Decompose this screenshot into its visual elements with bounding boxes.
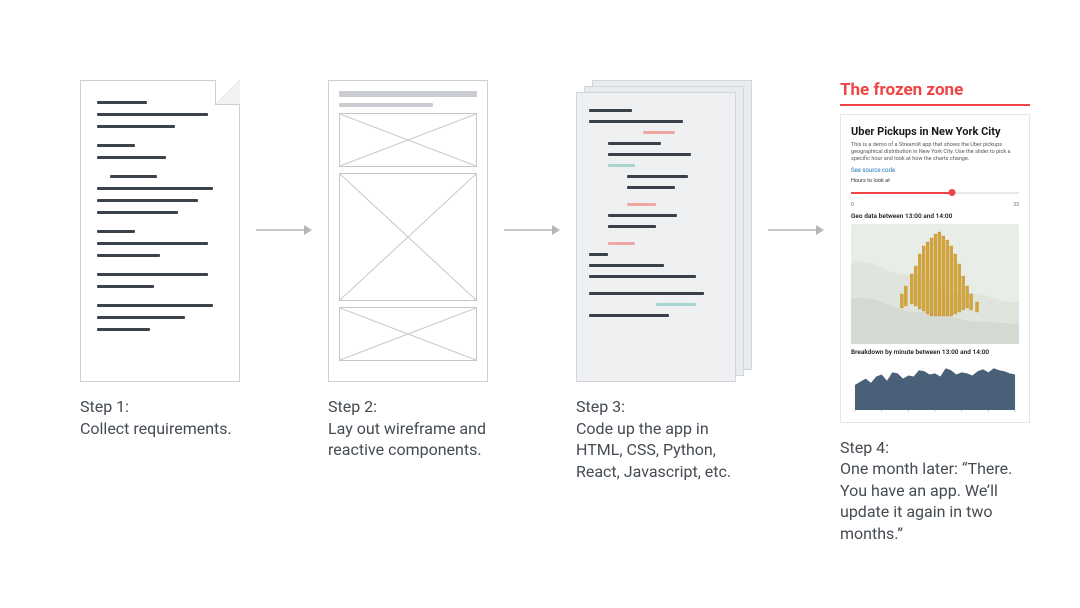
breakdown-area-chart — [851, 360, 1019, 414]
wireframe-sub-bar — [339, 103, 433, 107]
step-label: Step 3: — [576, 396, 752, 418]
frozen-zone-underline — [840, 104, 1030, 106]
workflow-diagram: Step 1: Collect requirements. Step 2: La… — [0, 0, 1080, 585]
app-subtitle: This is a demo of a Streamlit app that s… — [851, 142, 1019, 163]
step-2-column: Step 2: Lay out wireframe and reactive c… — [328, 80, 488, 461]
app-preview-card: Uber Pickups in New York City This is a … — [840, 114, 1030, 423]
step-desc: Lay out wireframe and reactive component… — [328, 418, 488, 461]
step-label: Step 2: — [328, 396, 488, 418]
step-label: Step 1: — [80, 396, 240, 418]
hour-slider-label: Hours to look at — [851, 178, 1019, 185]
wireframe-box — [339, 307, 477, 361]
wireframe-box — [339, 113, 477, 167]
wireframe-heading-bar — [339, 91, 477, 97]
geo-section-label: Geo data between 13:00 and 14:00 — [851, 212, 1019, 220]
map-visualization — [851, 224, 1019, 344]
slider-thumb-icon[interactable] — [948, 189, 955, 196]
step-4-column: The frozen zone Uber Pickups in New York… — [840, 80, 1030, 545]
wireframe-illustration — [328, 80, 488, 382]
step-3-caption: Step 3: Code up the app in HTML, CSS, Py… — [576, 396, 752, 482]
breakdown-section-label: Breakdown by minute between 13:00 and 14… — [851, 348, 1019, 356]
arrow-icon — [256, 80, 312, 380]
text-lines-illustration — [81, 81, 239, 360]
slider-range: 0 23 — [851, 202, 1019, 208]
step-desc: One month later: “There. You have an app… — [840, 458, 1030, 544]
step-1-column: Step 1: Collect requirements. — [80, 80, 240, 439]
step-3-column: Step 3: Code up the app in HTML, CSS, Py… — [576, 80, 752, 482]
step-desc: Collect requirements. — [80, 418, 240, 440]
requirements-document-illustration — [80, 80, 240, 382]
page-fold-icon — [215, 81, 239, 105]
step-1-caption: Step 1: Collect requirements. — [80, 396, 240, 439]
app-source-link[interactable]: See source code — [851, 167, 1019, 174]
hour-slider[interactable] — [851, 190, 1019, 196]
slider-max: 23 — [1013, 202, 1019, 208]
code-sheet-front — [576, 92, 736, 382]
step-2-caption: Step 2: Lay out wireframe and reactive c… — [328, 396, 488, 461]
arrow-icon — [504, 80, 560, 380]
step-4-caption: Step 4: One month later: “There. You hav… — [840, 437, 1030, 545]
code-files-illustration — [576, 80, 752, 382]
arrow-icon — [768, 80, 824, 380]
wireframe-box — [339, 173, 477, 301]
frozen-zone-headline: The frozen zone — [840, 80, 1030, 100]
slider-min: 0 — [851, 202, 854, 208]
step-desc: Code up the app in HTML, CSS, Python, Re… — [576, 418, 752, 483]
step-label: Step 4: — [840, 437, 1030, 459]
app-title: Uber Pickups in New York City — [851, 125, 1019, 138]
